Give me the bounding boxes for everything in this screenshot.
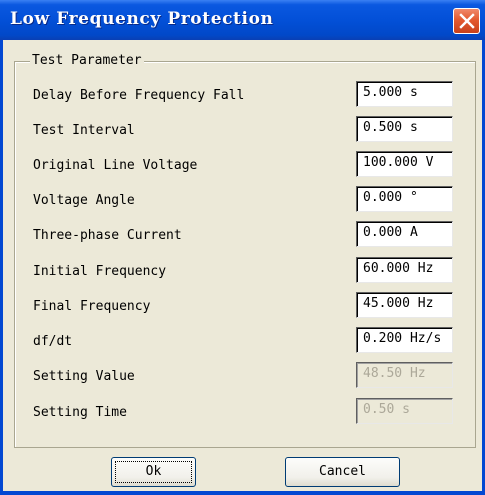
delay-before-frequency-fall-input[interactable]: 5.000 s: [356, 81, 453, 107]
initial-frequency-input[interactable]: 60.000 Hz: [356, 257, 453, 283]
close-icon: [459, 13, 475, 29]
cancel-button[interactable]: Cancel: [285, 457, 400, 487]
final-frequency-input[interactable]: 45.000 Hz: [356, 292, 453, 318]
original-line-voltage-input[interactable]: 100.000 V: [356, 151, 453, 177]
setting-time-input: 0.50 s: [356, 398, 453, 424]
title-bar[interactable]: Low Frequency Protection: [0, 0, 485, 40]
cancel-button-label: Cancel: [319, 464, 366, 479]
original-line-voltage-label: Original Line Voltage: [33, 158, 198, 173]
final-frequency-label: Final Frequency: [33, 299, 151, 314]
test-interval-input[interactable]: 0.500 s: [356, 116, 453, 142]
close-button[interactable]: [453, 8, 480, 34]
dialog-window: Low Frequency Protection Test Parameter …: [0, 0, 485, 495]
three-phase-current-input[interactable]: 0.000 A: [356, 221, 453, 247]
setting-time-label: Setting Time: [33, 405, 127, 420]
df-dt-input[interactable]: 0.200 Hz/s: [356, 327, 453, 353]
voltage-angle-label: Voltage Angle: [33, 193, 135, 208]
window-title: Low Frequency Protection: [10, 9, 274, 29]
ok-button[interactable]: Ok: [111, 457, 196, 487]
initial-frequency-label: Initial Frequency: [33, 264, 167, 279]
voltage-angle-input[interactable]: 0.000 °: [356, 186, 453, 212]
setting-value-label: Setting Value: [33, 369, 135, 384]
test-interval-label: Test Interval: [33, 123, 135, 138]
delay-before-frequency-fall-label: Delay Before Frequency Fall: [33, 88, 245, 103]
three-phase-current-label: Three-phase Current: [33, 228, 182, 243]
group-legend: Test Parameter: [30, 53, 144, 69]
df-dt-label: df/dt: [33, 334, 73, 349]
ok-button-label: Ok: [145, 464, 162, 479]
setting-value-input: 48.50 Hz: [356, 362, 453, 388]
